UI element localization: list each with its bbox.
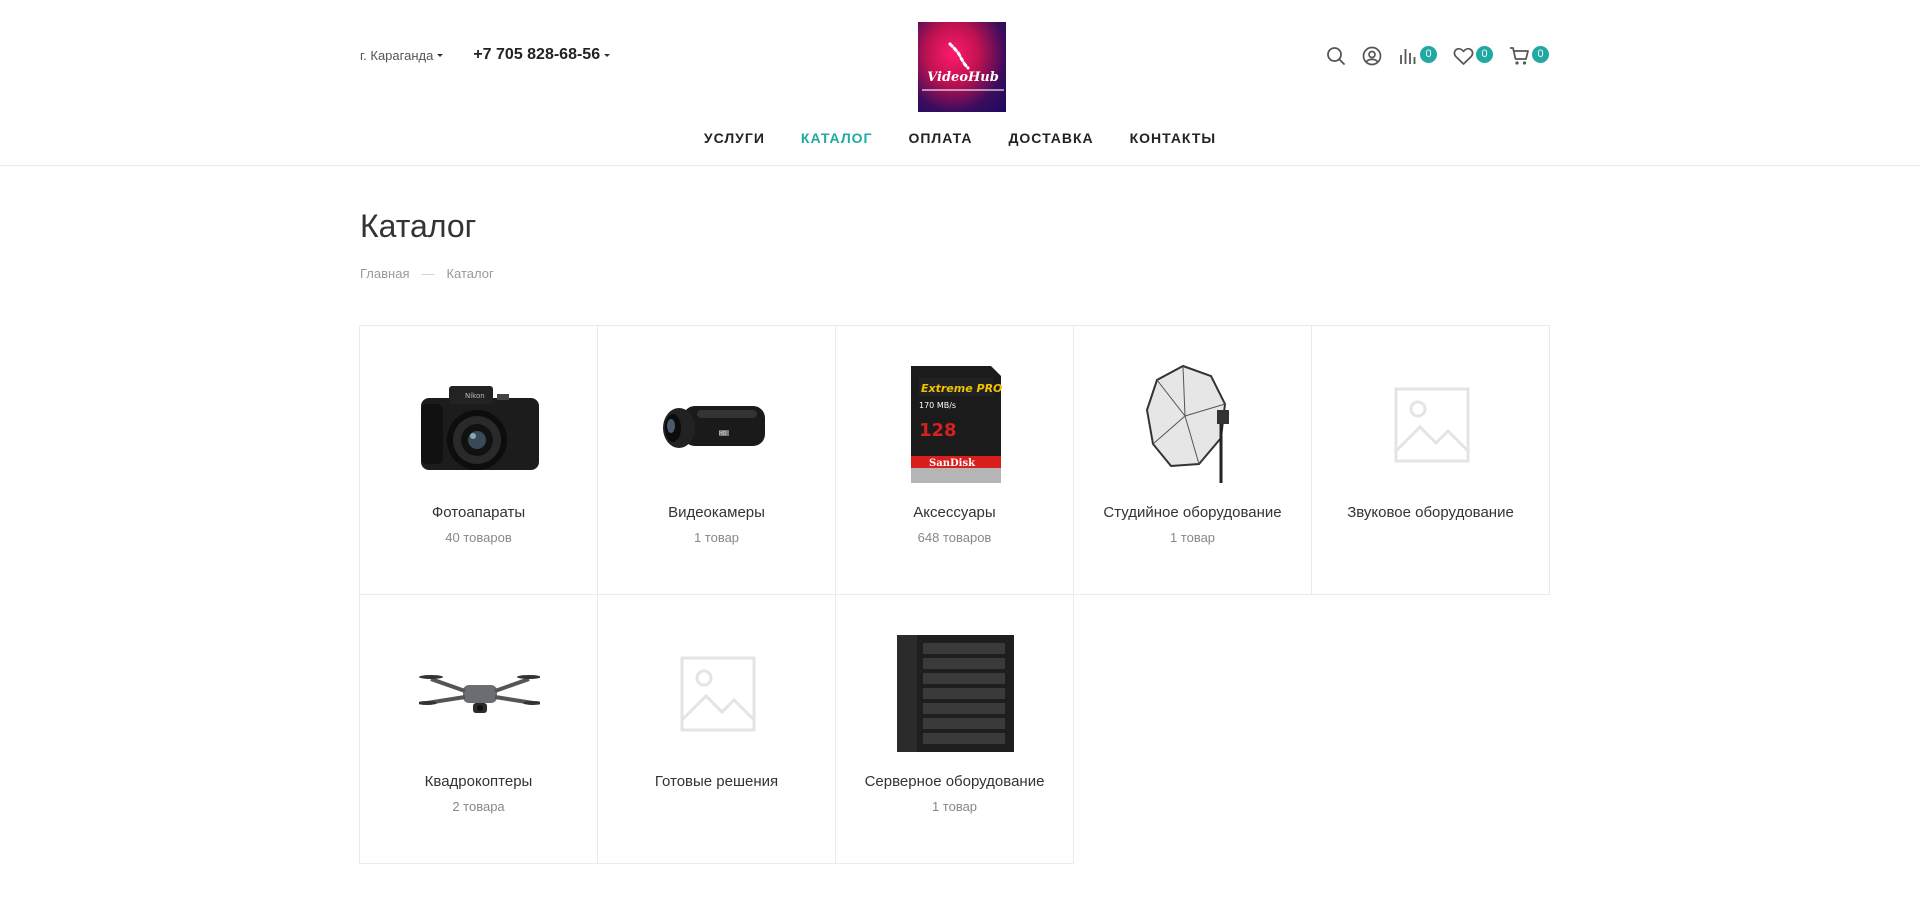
category-row: Nikon Фотоапараты 40 товаров HD Видеокам…	[359, 325, 1556, 595]
category-card-drones[interactable]: Квадрокоптеры 2 товара	[359, 594, 598, 864]
category-title: Фотоапараты 40 товаров	[370, 501, 587, 549]
category-count: 1 товар	[1169, 530, 1216, 545]
main-nav: УСЛУГИ КАТАЛОГ ОПЛАТА ДОСТАВКА КОНТАКТЫ	[0, 130, 1920, 146]
compare-bars-icon	[1400, 49, 1416, 64]
svg-text:128: 128	[919, 420, 957, 441]
category-count: 648 товаров	[917, 530, 992, 545]
category-name: Видеокамеры	[668, 504, 765, 521]
search-icon	[1327, 47, 1345, 65]
wishlist-button[interactable]: 0	[1453, 45, 1493, 66]
heart-icon	[1453, 47, 1474, 65]
category-row: Квадрокоптеры 2 товара Готовые решения С…	[359, 594, 1556, 864]
softbox-icon	[1145, 364, 1229, 483]
category-title: Студийное оборудование 1 товар	[1084, 501, 1301, 549]
category-image	[419, 633, 540, 754]
svg-text:SanDisk: SanDisk	[929, 458, 976, 469]
category-name: Готовые решения	[654, 773, 779, 790]
image-placeholder-icon	[680, 656, 755, 731]
cart-icon	[1510, 47, 1529, 65]
nav-item-payment[interactable]: ОПЛАТА	[908, 130, 972, 146]
logo-tagline-line	[922, 89, 1004, 91]
breadcrumb: Главная — Каталог	[360, 266, 494, 281]
site-logo[interactable]: VideoHub	[918, 22, 1006, 112]
category-card-cameras[interactable]: Nikon Фотоапараты 40 товаров	[359, 325, 598, 595]
category-name: Фотоапараты	[431, 504, 526, 521]
image-placeholder-icon	[1394, 387, 1469, 462]
account-button[interactable]	[1362, 46, 1382, 66]
chevron-down-icon	[437, 53, 444, 57]
category-count: 40 товаров	[445, 530, 512, 545]
header-contacts: г. Караганда +7 705 828-68-56	[360, 46, 611, 64]
category-count: 1 товар	[693, 530, 740, 545]
category-name: Звуковое оборудование	[1347, 504, 1514, 521]
sd-card-icon: Extreme PRO 170 MB/s 128 SanDisk	[911, 366, 1002, 483]
svg-text:Nikon: Nikon	[465, 392, 485, 400]
category-image	[1371, 364, 1492, 485]
header-tools: 0 0 0	[1326, 45, 1549, 66]
category-card-accessories[interactable]: Extreme PRO 170 MB/s 128 SanDisk Аксессу…	[835, 325, 1074, 595]
city-selector[interactable]: г. Караганда	[360, 47, 444, 63]
category-title: Аксессуары 648 товаров	[846, 501, 1063, 549]
category-image	[1133, 364, 1254, 485]
category-title: Готовые решения	[608, 770, 825, 793]
site-header: г. Караганда +7 705 828-68-56 VideoHub 0…	[0, 0, 1920, 166]
compare-count-badge: 0	[1420, 45, 1437, 63]
server-icon	[897, 635, 1014, 752]
logo-text: VideoHub	[927, 70, 999, 85]
breadcrumb-home-link[interactable]: Главная	[360, 266, 409, 281]
cart-count-badge: 0	[1532, 45, 1549, 63]
category-image: Nikon	[419, 364, 540, 485]
category-title: Звуковое оборудование	[1322, 501, 1539, 524]
category-card-solutions[interactable]: Готовые решения	[597, 594, 836, 864]
chevron-down-icon	[604, 53, 611, 57]
category-count: 1 товар	[931, 799, 978, 814]
nav-item-catalog[interactable]: КАТАЛОГ	[801, 130, 873, 146]
svg-text:HD: HD	[719, 431, 727, 437]
search-button[interactable]	[1326, 46, 1346, 66]
category-image: Extreme PRO 170 MB/s 128 SanDisk	[895, 364, 1016, 485]
phone-selector[interactable]: +7 705 828-68-56	[473, 46, 611, 64]
category-name: Квадрокоптеры	[424, 773, 533, 790]
svg-text:Extreme PRO: Extreme PRO	[921, 382, 1002, 395]
category-image	[657, 633, 778, 754]
page-title: Каталог	[360, 208, 477, 244]
category-image: HD	[657, 364, 778, 485]
svg-text:170 MB/s: 170 MB/s	[919, 401, 956, 410]
category-grid: Nikon Фотоапараты 40 товаров HD Видеокам…	[359, 325, 1556, 864]
nav-item-contacts[interactable]: КОНТАКТЫ	[1130, 130, 1216, 146]
breadcrumb-separator: —	[421, 266, 435, 281]
category-name: Серверное оборудование	[864, 773, 1045, 790]
camera-icon: Nikon	[421, 386, 539, 470]
nav-item-services[interactable]: УСЛУГИ	[704, 130, 765, 146]
category-card-camcorders[interactable]: HD Видеокамеры 1 товар	[597, 325, 836, 595]
category-name: Студийное оборудование	[1103, 504, 1282, 521]
nav-item-delivery[interactable]: ДОСТАВКА	[1008, 130, 1093, 146]
breadcrumb-current: Каталог	[446, 266, 494, 281]
category-card-audio[interactable]: Звуковое оборудование	[1311, 325, 1550, 595]
cart-button[interactable]: 0	[1509, 45, 1549, 66]
drone-icon	[419, 675, 540, 713]
logo-mark-icon	[948, 42, 970, 70]
category-card-servers[interactable]: Серверное оборудование 1 товар	[835, 594, 1074, 864]
compare-button[interactable]: 0	[1398, 45, 1437, 66]
city-label: г. Караганда	[360, 47, 434, 63]
category-image	[895, 633, 1016, 754]
category-title: Видеокамеры 1 товар	[608, 501, 825, 549]
category-card-studio[interactable]: Студийное оборудование 1 товар	[1073, 325, 1312, 595]
phone-number: +7 705 828-68-56	[473, 46, 601, 63]
category-title: Серверное оборудование 1 товар	[846, 770, 1063, 818]
wishlist-count-badge: 0	[1476, 45, 1493, 63]
category-count: 2 товара	[452, 799, 505, 814]
category-name: Аксессуары	[913, 504, 996, 521]
category-title: Квадрокоптеры 2 товара	[370, 770, 587, 818]
camcorder-icon: HD	[663, 406, 765, 448]
user-icon	[1362, 46, 1382, 66]
